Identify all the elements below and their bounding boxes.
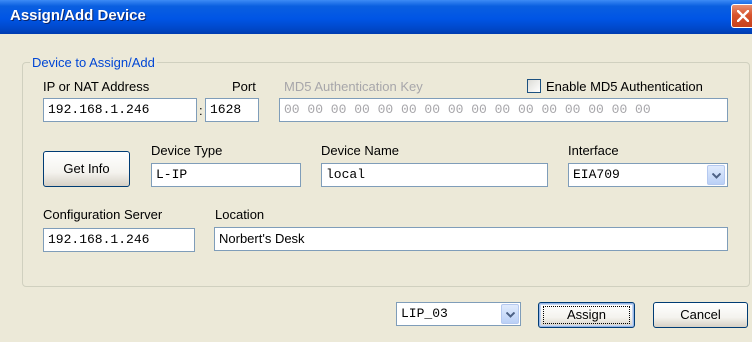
close-button[interactable] <box>731 4 752 28</box>
device-type-label: Device Type <box>151 143 223 158</box>
focus-indicator <box>543 306 630 324</box>
assign-button[interactable]: Assign <box>538 302 635 328</box>
md5-key-field[interactable]: 00 00 00 00 00 00 00 00 00 00 00 00 00 0… <box>279 98 728 122</box>
enable-md5-label: Enable MD5 Authentication <box>546 79 703 94</box>
port-label: Port <box>232 79 256 94</box>
interface-selected-value: EIA709 <box>573 167 620 182</box>
group-legend: Device to Assign/Add <box>30 55 157 70</box>
port-field[interactable]: 1628 <box>205 98 259 122</box>
window-title: Assign/Add Device <box>10 7 146 24</box>
md5-key-label: MD5 Authentication Key <box>284 79 423 94</box>
chevron-down-icon <box>712 173 721 179</box>
ip-address-label: IP or NAT Address <box>43 79 150 94</box>
location-field[interactable]: Norbert's Desk <box>214 227 728 251</box>
interface-dropdown-arrow[interactable] <box>707 165 725 185</box>
get-info-button[interactable]: Get Info <box>43 151 130 187</box>
enable-md5-checkbox[interactable] <box>527 79 541 93</box>
config-server-field[interactable]: 192.168.1.246 <box>43 228 195 252</box>
device-selector-value: LIP_03 <box>401 306 448 321</box>
chevron-down-icon <box>506 312 515 318</box>
assign-add-device-dialog: Assign/Add Device Device to Assign/Add I… <box>0 0 752 347</box>
cancel-button[interactable]: Cancel <box>653 302 748 328</box>
interface-dropdown[interactable]: EIA709 <box>568 163 728 187</box>
ip-address-field[interactable]: 192.168.1.246 <box>43 98 197 122</box>
config-server-label: Configuration Server <box>43 207 163 222</box>
location-label: Location <box>215 207 265 222</box>
port-separator: : <box>199 103 203 118</box>
device-name-field[interactable]: local <box>321 163 548 187</box>
device-name-label: Device Name <box>321 143 400 158</box>
device-type-field[interactable]: L-IP <box>151 163 301 187</box>
title-bar[interactable]: Assign/Add Device <box>0 0 752 34</box>
close-icon <box>737 10 749 22</box>
device-selector-arrow[interactable] <box>501 304 519 324</box>
window-bottom-border <box>0 342 752 347</box>
interface-label: Interface <box>568 143 619 158</box>
